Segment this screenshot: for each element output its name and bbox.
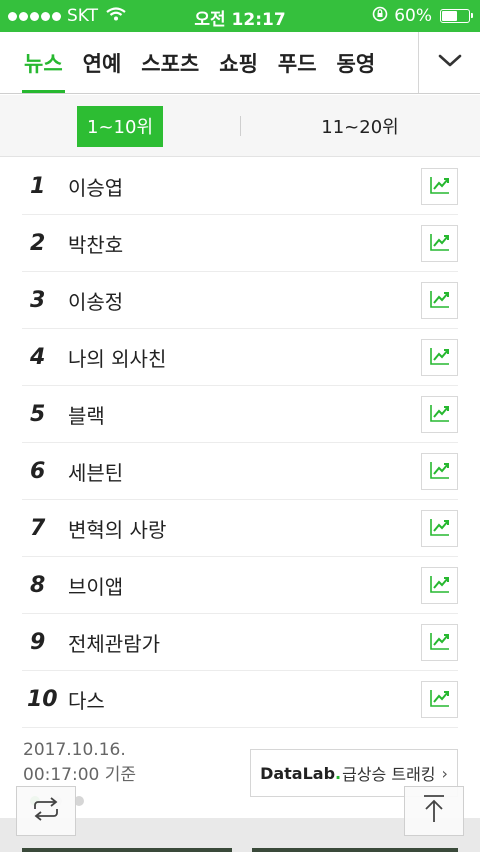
datalab-brand: DataLab	[260, 763, 336, 783]
chevron-down-icon	[438, 53, 462, 72]
ranking-row[interactable]: 5 블랙	[22, 386, 458, 443]
rank-keyword: 나의 외사친	[68, 346, 167, 371]
trend-chart-button[interactable]	[421, 681, 458, 718]
rank-number: 6	[30, 458, 46, 484]
share-button[interactable]	[16, 786, 76, 836]
rank-number: 10	[27, 686, 58, 712]
tab-more-button[interactable]	[418, 32, 480, 93]
trend-chart-icon	[429, 289, 451, 313]
trend-chart-button[interactable]	[421, 168, 458, 205]
datalab-dot: .	[335, 763, 342, 783]
ranking-date: 2017.10.16.	[23, 740, 126, 760]
rank-keyword: 박찬호	[68, 232, 124, 257]
share-icon	[31, 797, 61, 825]
thumbnail-left[interactable]	[22, 848, 232, 852]
ranking-list: 1 이승엽 2 박찬호 3 이송정 4 나의 외사친 5 블랙 6 세븐틴 7 변혁의 사랑 8 브이앱 9 전체…	[22, 158, 458, 728]
datalab-label: 급상승 트래킹	[342, 765, 436, 784]
thumbnail-right[interactable]	[252, 848, 458, 852]
trend-chart-icon	[429, 460, 451, 484]
rank-number: 8	[30, 572, 46, 598]
tab-0[interactable]: 뉴스	[22, 32, 65, 93]
trend-chart-button[interactable]	[421, 624, 458, 661]
rank-number: 9	[30, 629, 46, 655]
tab-5[interactable]: 동영	[337, 32, 376, 93]
trend-chart-icon	[429, 574, 451, 598]
rank-keyword: 블랙	[68, 403, 105, 428]
rank-range-selector: 1~10위 11~20위	[0, 95, 480, 157]
ranking-row[interactable]: 6 세븐틴	[22, 443, 458, 500]
ranking-row[interactable]: 10 다스	[22, 671, 458, 728]
tab-4[interactable]: 푸드	[278, 32, 317, 93]
trend-chart-button[interactable]	[421, 396, 458, 433]
range-11-20-button[interactable]: 11~20위	[240, 95, 480, 157]
range-11-20-label: 11~20위	[321, 117, 399, 138]
tab-1[interactable]: 연예	[83, 32, 122, 93]
ranking-time-basis: 00:17:00 기준	[23, 765, 137, 785]
tab-row: 뉴스 연예 스포츠 쇼핑 푸드 동영	[22, 32, 395, 93]
ranking-row[interactable]: 2 박찬호	[22, 215, 458, 272]
trend-chart-icon	[429, 232, 451, 256]
range-1-10-label: 1~10위	[77, 105, 163, 147]
ranking-row[interactable]: 8 브이앱	[22, 557, 458, 614]
arrow-up-icon	[421, 794, 447, 828]
category-tabs: 뉴스 연예 스포츠 쇼핑 푸드 동영	[0, 32, 480, 94]
status-bar: SKT 오전 12:17 60%	[0, 0, 480, 32]
trend-chart-button[interactable]	[421, 567, 458, 604]
rank-number: 4	[30, 344, 46, 370]
ranking-row[interactable]: 3 이송정	[22, 272, 458, 329]
chevron-right-icon: ›	[441, 763, 448, 783]
rank-number: 3	[30, 287, 46, 313]
trend-chart-button[interactable]	[421, 282, 458, 319]
trend-chart-icon	[429, 631, 451, 655]
tab-fade	[390, 32, 418, 93]
trend-chart-button[interactable]	[421, 339, 458, 376]
battery-icon	[440, 9, 473, 23]
rank-number: 5	[30, 401, 46, 427]
rank-keyword: 이송정	[68, 289, 124, 314]
trend-chart-button[interactable]	[421, 453, 458, 490]
tab-2[interactable]: 스포츠	[141, 32, 199, 93]
tab-3[interactable]: 쇼핑	[219, 32, 258, 93]
trend-chart-icon	[429, 346, 451, 370]
battery-percent: 60%	[394, 6, 432, 26]
ranking-row[interactable]: 1 이승엽	[22, 158, 458, 215]
rank-keyword: 다스	[68, 688, 105, 713]
rank-keyword: 전체관람가	[68, 631, 160, 656]
trend-chart-button[interactable]	[421, 225, 458, 262]
trend-chart-icon	[429, 688, 451, 712]
rank-number: 2	[30, 230, 46, 256]
trend-chart-button[interactable]	[421, 510, 458, 547]
rank-number: 1	[30, 173, 46, 199]
rank-keyword: 브이앱	[68, 574, 124, 599]
ranking-row[interactable]: 4 나의 외사친	[22, 329, 458, 386]
status-right: 60%	[372, 0, 473, 32]
ranking-row[interactable]: 7 변혁의 사랑	[22, 500, 458, 557]
rank-number: 7	[30, 515, 46, 541]
rank-keyword: 세븐틴	[68, 460, 124, 485]
rotation-lock-icon	[372, 6, 388, 27]
rank-keyword: 이승엽	[68, 175, 124, 200]
trend-chart-icon	[429, 403, 451, 427]
range-1-10-button[interactable]: 1~10위	[0, 95, 240, 157]
ranking-row[interactable]: 9 전체관람가	[22, 614, 458, 671]
trend-chart-icon	[429, 175, 451, 199]
scroll-top-button[interactable]	[404, 786, 464, 836]
rank-keyword: 변혁의 사랑	[68, 517, 167, 542]
ranking-timestamp: 2017.10.16. 00:17:00 기준	[23, 738, 136, 788]
trend-chart-icon	[429, 517, 451, 541]
